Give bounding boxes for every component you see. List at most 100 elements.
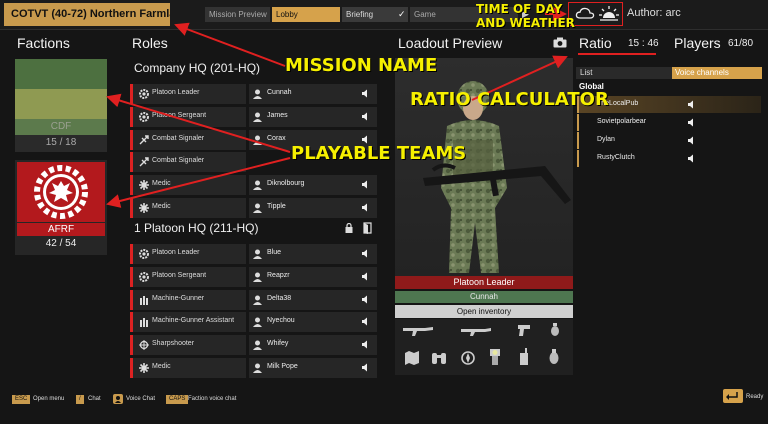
player-name: Delta38 [267, 294, 292, 302]
group-title: 1 Platoon HQ (211-HQ) [134, 221, 259, 235]
author-label: Author: arc [627, 7, 681, 19]
role-slot[interactable]: Machine-Gunner Assistant [130, 312, 246, 333]
role-label: Medic [152, 180, 171, 188]
map-icon[interactable] [405, 351, 419, 365]
cloud-icon[interactable] [575, 5, 595, 22]
lock-icon[interactable] [345, 223, 353, 233]
tool-icon[interactable] [548, 349, 560, 365]
role-slot[interactable]: Combat Signaler [130, 152, 246, 173]
players-header: Players [674, 35, 721, 51]
role-label: Platoon Leader [152, 89, 200, 96]
sun-icon[interactable] [599, 5, 619, 22]
role-slot[interactable]: Platoon Sergeant [130, 106, 246, 127]
faction-count: 15 / 18 [45, 137, 77, 148]
speaker-icon[interactable] [362, 249, 371, 258]
speaker-icon[interactable] [362, 203, 371, 212]
medic-icon [139, 363, 149, 373]
role-label: Sharpshooter [152, 340, 195, 348]
open-menu-hint[interactable]: Open menu [33, 395, 64, 404]
tab-voice-channels[interactable]: Voice channels [672, 67, 762, 79]
person-icon [253, 89, 262, 99]
cdf-flag-stripe [15, 89, 107, 119]
role-slot[interactable]: Sharpshooter [130, 335, 246, 356]
role-slot[interactable]: Platoon Leader [130, 244, 246, 264]
tab-lobby[interactable]: Lobby [272, 7, 340, 22]
role-slot[interactable]: Medic [130, 358, 246, 378]
compass-icon[interactable] [461, 351, 475, 365]
annotation-playable-teams: PLAYABLE TEAMS [291, 143, 467, 164]
star-cog-icon [139, 111, 149, 122]
player-list-item[interactable]: Dylan [577, 132, 761, 149]
speaker-icon[interactable] [362, 317, 371, 326]
player-name: Nyechou [267, 317, 295, 325]
loadout-player-label: Cunnah [395, 291, 573, 303]
pistol-icon[interactable] [517, 324, 531, 337]
player-name: Whifey [267, 340, 289, 348]
signal-icon [139, 157, 149, 167]
player-name: Tipple [267, 203, 286, 210]
tab-list[interactable]: List [576, 67, 672, 79]
annotation-ratio-calculator: RATIO CALCULATOR [410, 89, 609, 110]
binoculars-icon[interactable] [431, 351, 447, 365]
faction-name: CDF [50, 121, 72, 132]
ratio-underline [578, 53, 656, 55]
slot-player[interactable]: Nyechou [249, 312, 377, 333]
role-label: Platoon Sergeant [152, 111, 207, 119]
speaker-icon[interactable] [362, 180, 371, 189]
slot-player[interactable]: Whifey [249, 335, 377, 356]
radio-icon[interactable] [519, 348, 529, 366]
role-slot[interactable]: Combat Signaler [130, 129, 246, 150]
flashlight-icon[interactable] [489, 348, 501, 366]
slot-player[interactable]: James [249, 106, 377, 127]
role-slot[interactable]: Medic [130, 198, 246, 218]
slot-player[interactable]: Tipple [249, 198, 377, 218]
speaker-icon[interactable] [362, 295, 371, 304]
star-cog-icon [139, 271, 149, 282]
faction-count: 42 / 54 [45, 238, 77, 249]
role-slot[interactable]: Machine-Gunner [130, 289, 246, 310]
speaker-icon[interactable] [688, 154, 697, 163]
camera-icon[interactable] [553, 37, 567, 48]
faction-voice-chat-hint[interactable]: Faction voice chat [188, 395, 236, 404]
speaker-icon[interactable] [688, 100, 697, 109]
speaker-icon[interactable] [362, 112, 371, 121]
rifle-icon[interactable] [461, 325, 491, 337]
chat-key: / [76, 395, 84, 404]
chat-hint[interactable]: Chat [88, 395, 101, 404]
slot-player[interactable]: Reapzr [249, 266, 377, 287]
speaker-icon[interactable] [362, 272, 371, 281]
open-inventory-button[interactable]: Open inventory [395, 305, 573, 318]
rifle-icon[interactable] [403, 325, 433, 337]
role-label: Medic [152, 363, 171, 370]
speaker-icon[interactable] [362, 340, 371, 349]
slot-player[interactable]: Delta38 [249, 289, 377, 310]
slot-player[interactable]: Cunnah [249, 84, 377, 104]
role-slot[interactable]: Medic [130, 175, 246, 196]
speaker-icon[interactable] [362, 89, 371, 98]
person-icon [253, 249, 262, 259]
ready-label: Ready [746, 394, 764, 400]
player-name: Blue [267, 249, 282, 256]
leave-group-icon[interactable] [362, 222, 372, 234]
speaker-icon[interactable] [688, 118, 697, 127]
star-cog-icon [139, 89, 149, 99]
role-slot[interactable]: Platoon Leader [130, 84, 246, 104]
person-icon [253, 180, 262, 191]
player-list-item[interactable]: RustyClutch [577, 150, 761, 167]
caps-key: CAPS [166, 395, 189, 404]
role-slot[interactable]: Platoon Sergeant [130, 266, 246, 287]
tab-mission-preview[interactable]: Mission Preview [205, 7, 270, 22]
slot-player[interactable]: Blue [249, 244, 377, 264]
ammo-icon [140, 318, 148, 328]
slot-player[interactable]: Milk Pope [249, 358, 377, 378]
voice-chat-hint[interactable]: Voice Chat [126, 395, 155, 404]
mission-title: COTVT (40-72) Northern Farmland [4, 3, 170, 26]
ready-button[interactable] [723, 389, 743, 403]
player-name: RustyClutch [597, 154, 635, 161]
player-list-item[interactable]: Sovietpolarbear [577, 114, 761, 131]
slot-player[interactable]: Diknolbourg [249, 175, 377, 196]
role-label: Platoon Sergeant [152, 271, 207, 279]
grenade-icon[interactable] [550, 322, 560, 337]
speaker-icon[interactable] [688, 136, 697, 145]
speaker-icon[interactable] [362, 363, 371, 372]
